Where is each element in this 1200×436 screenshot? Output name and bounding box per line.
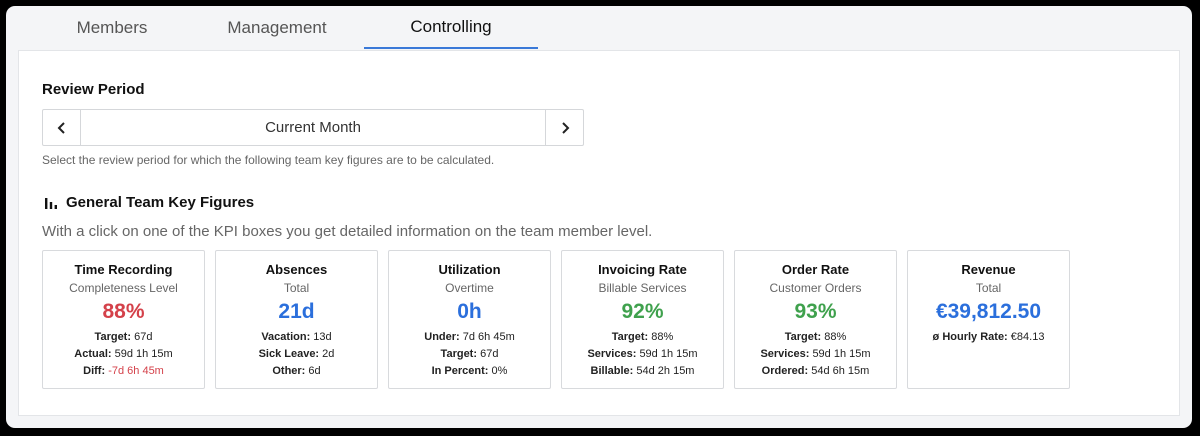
kpi-detail-value: 59d 1h 15m — [639, 348, 698, 361]
kpi-card-detail-row: Target: 88% — [562, 329, 723, 346]
kpi-detail-value: 6d — [308, 365, 321, 378]
review-period-selector: Current Month — [42, 109, 584, 146]
kpi-card-value: 21d — [278, 300, 315, 323]
kpi-detail-label: Vacation: — [261, 331, 311, 344]
kpi-card-title: Time Recording — [74, 262, 173, 277]
kpi-detail-label: ø Hourly Rate: — [932, 331, 1008, 344]
kpi-card-detail-row: Ordered: 54d 6h 15m — [735, 363, 896, 380]
bar-chart-icon — [45, 197, 57, 209]
kpi-detail-label: Actual: — [74, 348, 112, 361]
kpi-card-detail-row: Billable: 54d 2h 15m — [562, 363, 723, 380]
kpi-card-detail-row: Vacation: 13d — [216, 329, 377, 346]
kpi-detail-label: Target: — [94, 331, 132, 344]
kpi-detail-label: Diff: — [83, 365, 106, 378]
kpi-description: With a click on one of the KPI boxes you… — [42, 223, 653, 240]
kpi-card-detail-row: In Percent: 0% — [389, 363, 550, 380]
kpi-card-detail-row: ø Hourly Rate: €84.13 — [908, 329, 1069, 346]
kpi-card-value: 92% — [621, 300, 664, 323]
kpi-card-title: Revenue — [961, 262, 1016, 277]
tab-controlling[interactable]: Controlling — [364, 6, 538, 49]
kpi-detail-label: Target: — [440, 348, 478, 361]
kpi-card-subtitle: Billable Services — [598, 281, 687, 295]
kpi-detail-value: 59d 1h 15m — [114, 348, 173, 361]
app-frame: Members Management Controlling Review Pe… — [6, 6, 1192, 428]
kpi-card-detail-row: Other: 6d — [216, 363, 377, 380]
review-period-value[interactable]: Current Month — [81, 110, 545, 145]
kpi-detail-value: 54d 6h 15m — [811, 365, 870, 378]
kpi-detail-value: 59d 1h 15m — [812, 348, 871, 361]
kpi-card-details: Target: 67d Actual: 59d 1h 15m Diff: -7d 6… — [43, 329, 204, 380]
kpi-detail-label: Sick Leave: — [258, 348, 320, 361]
kpi-card-detail-row: Actual: 59d 1h 15m — [43, 346, 204, 363]
kpi-card-details: Under: 7d 6h 45m Target: 67d In Percent: 0… — [389, 329, 550, 380]
chevron-right-icon — [561, 121, 569, 134]
kpi-detail-label: Other: — [272, 365, 306, 378]
kpi-detail-value: 13d — [313, 331, 332, 344]
kpi-detail-value: 7d 6h 45m — [462, 331, 515, 344]
kpi-card-details: Vacation: 13d Sick Leave: 2d Other: 6d — [216, 329, 377, 380]
kpi-card-detail-row: Diff: -7d 6h 45m — [43, 363, 204, 380]
kpi-card-details: ø Hourly Rate: €84.13 — [908, 329, 1069, 346]
kpi-card-subtitle: Customer Orders — [769, 281, 862, 295]
kpi-card-subtitle: Total — [283, 281, 310, 295]
kpi-detail-value: €84.13 — [1010, 331, 1045, 344]
kpi-card-invoicing-rate[interactable]: Invoicing Rate Billable Services 92% Target… — [561, 250, 724, 389]
kpi-detail-label: Ordered: — [761, 365, 809, 378]
kpi-detail-label: Target: — [611, 331, 649, 344]
kpi-section-title: General Team Key Figures — [66, 194, 255, 211]
kpi-detail-value: 0% — [491, 365, 508, 378]
kpi-card-detail-row: Target: 67d — [389, 346, 550, 363]
review-period-help: Select the review period for which the f… — [42, 153, 495, 167]
kpi-card-subtitle: Overtime — [445, 281, 494, 295]
kpi-detail-label: Services: — [587, 348, 637, 361]
kpi-card-revenue[interactable]: Revenue Total €39,812.50 ø Hourly Rate: €84… — [907, 250, 1070, 389]
kpi-detail-value: -7d 6h 45m — [108, 365, 164, 378]
kpi-detail-value: 88% — [824, 331, 847, 344]
kpi-card-detail-row: Target: 88% — [735, 329, 896, 346]
kpi-card-value: 93% — [794, 300, 837, 323]
kpi-card-title: Order Rate — [781, 262, 850, 277]
tab-bar: Members Management Controlling — [6, 6, 1192, 49]
kpi-card-subtitle: Total — [975, 281, 1002, 295]
kpi-card-details: Target: 88% Services: 59d 1h 15m Billable:… — [562, 329, 723, 380]
kpi-card-value: €39,812.50 — [935, 300, 1042, 323]
kpi-card-detail-row: Sick Leave: 2d — [216, 346, 377, 363]
kpi-detail-label: Under: — [424, 331, 460, 344]
kpi-detail-value: 2d — [322, 348, 335, 361]
kpi-card-detail-row: Under: 7d 6h 45m — [389, 329, 550, 346]
kpi-card-subtitle: Completeness Level — [69, 281, 178, 295]
kpi-card-time-recording[interactable]: Time Recording Completeness Level 88% Targe… — [42, 250, 205, 389]
kpi-card-details: Target: 88% Services: 59d 1h 15m Ordered: … — [735, 329, 896, 380]
chevron-left-icon — [57, 121, 65, 134]
kpi-card-title: Absences — [265, 262, 328, 277]
kpi-card-detail-row: Services: 59d 1h 15m — [562, 346, 723, 363]
kpi-card-detail-row: Services: 59d 1h 15m — [735, 346, 896, 363]
kpi-card-title: Invoicing Rate — [598, 262, 687, 277]
kpi-card-order-rate[interactable]: Order Rate Customer Orders 93% Target: 88% S… — [734, 250, 897, 389]
kpi-detail-value: 88% — [651, 331, 674, 344]
tab-management[interactable]: Management — [204, 6, 350, 49]
kpi-section-header: General Team Key Figures — [44, 194, 254, 211]
kpi-cards: Time Recording Completeness Level 88% Targe… — [42, 250, 1070, 389]
kpi-card-absences[interactable]: Absences Total 21d Vacation: 13d Sick Leave:… — [215, 250, 378, 389]
kpi-detail-label: Target: — [784, 331, 822, 344]
kpi-detail-label: In Percent: — [431, 365, 489, 378]
kpi-detail-label: Services: — [760, 348, 810, 361]
kpi-card-title: Utilization — [438, 262, 501, 277]
kpi-detail-label: Billable: — [590, 365, 634, 378]
kpi-detail-value: 54d 2h 15m — [636, 365, 695, 378]
controlling-panel: Review Period Current Month Select the r… — [18, 50, 1180, 416]
kpi-detail-value: 67d — [480, 348, 499, 361]
next-period-button[interactable] — [545, 110, 583, 145]
kpi-card-value: 88% — [102, 300, 145, 323]
tab-members[interactable]: Members — [42, 6, 182, 49]
kpi-card-detail-row: Target: 67d — [43, 329, 204, 346]
kpi-card-utilization[interactable]: Utilization Overtime 0h Under: 7d 6h 45m Tar… — [388, 250, 551, 389]
kpi-detail-value: 67d — [134, 331, 153, 344]
review-period-title: Review Period — [42, 81, 145, 98]
previous-period-button[interactable] — [43, 110, 81, 145]
kpi-card-value: 0h — [457, 300, 482, 323]
